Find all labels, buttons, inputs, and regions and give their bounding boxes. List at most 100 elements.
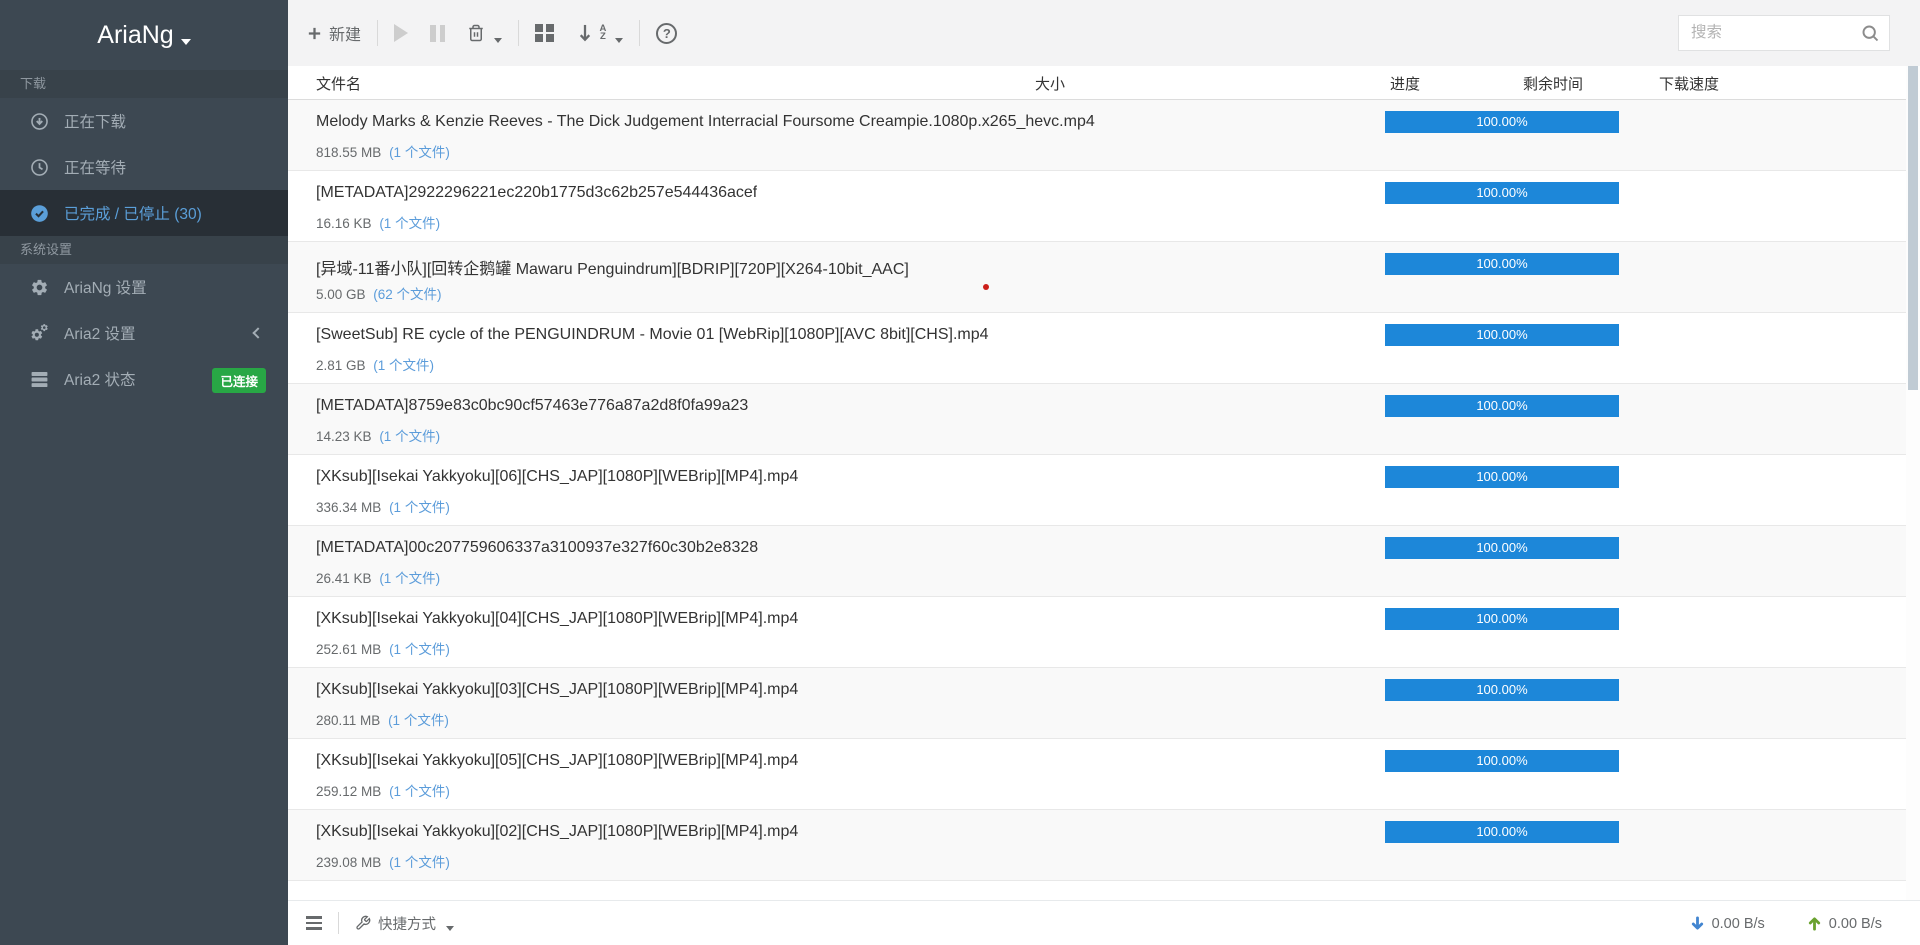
sidebar-item-ariang-settings[interactable]: AriaNg 设置 <box>0 264 288 310</box>
task-meta: 252.61 MB (1 个文件) <box>316 638 450 658</box>
task-progress-bar: 100.00% <box>1385 111 1619 133</box>
app-title: AriaNg <box>97 21 173 50</box>
task-files-link[interactable]: (1 个文件) <box>388 713 449 728</box>
search-input[interactable] <box>1679 16 1889 50</box>
task-meta: 259.12 MB (1 个文件) <box>316 780 450 800</box>
task-row[interactable]: [METADATA]8759e83c0bc90cf57463e776a87a2d… <box>288 384 1920 455</box>
task-size: 5.00 GB <box>316 287 366 302</box>
chevron-left-icon <box>252 327 263 338</box>
task-size: 336.34 MB <box>316 500 381 515</box>
sidebar-item-aria2-settings[interactable]: Aria2 设置 <box>0 310 288 356</box>
sidebar-item-waiting[interactable]: 正在等待 <box>0 144 288 190</box>
task-name: [异域-11番小队][回转企鹅罐 Mawaru Penguindrum][BDR… <box>316 255 909 279</box>
task-progress-label: 100.00% <box>1476 469 1527 484</box>
delete-button[interactable] <box>467 24 502 43</box>
check-circle-icon <box>30 204 49 223</box>
sort-az-icon: A Z <box>600 25 607 41</box>
task-files-link[interactable]: (1 个文件) <box>373 358 434 373</box>
task-name: Melody Marks & Kenzie Reeves - The Dick … <box>316 113 1095 131</box>
search-box <box>1678 15 1890 51</box>
clock-icon <box>30 158 49 177</box>
task-size: 280.11 MB <box>316 713 380 728</box>
task-meta: 16.16 KB (1 个文件) <box>316 212 440 232</box>
task-row[interactable]: [XKsub][Isekai Yakkyoku][04][CHS_JAP][10… <box>288 597 1920 668</box>
sidebar-item-label: 正在等待 <box>64 156 126 178</box>
task-row[interactable]: [XKsub][Isekai Yakkyoku][05][CHS_JAP][10… <box>288 739 1920 810</box>
task-name: [METADATA]2922296221ec220b1775d3c62b257e… <box>316 184 757 202</box>
task-name: [METADATA]00c207759606337a3100937e327f60… <box>316 539 758 557</box>
trash-icon <box>467 24 485 42</box>
sort-button[interactable]: A Z <box>578 24 624 43</box>
task-progress-bar: 100.00% <box>1385 750 1619 772</box>
task-meta: 2.81 GB (1 个文件) <box>316 354 434 374</box>
task-meta: 5.00 GB (62 个文件) <box>316 283 442 303</box>
task-progress-bar: 100.00% <box>1385 679 1619 701</box>
task-progress-label: 100.00% <box>1476 398 1527 413</box>
task-files-link[interactable]: (1 个文件) <box>389 784 450 799</box>
column-header-speed: 下载速度 <box>1659 73 1719 94</box>
hamburger-icon[interactable] <box>306 916 322 930</box>
task-row[interactable]: [XKsub][Isekai Yakkyoku][06][CHS_JAP][10… <box>288 455 1920 526</box>
task-progress-fill: 100.00% <box>1385 537 1619 559</box>
task-files-link[interactable]: (1 个文件) <box>389 855 450 870</box>
task-progress-label: 100.00% <box>1476 540 1527 555</box>
task-row[interactable]: [SweetSub] RE cycle of the PENGUINDRUM -… <box>288 313 1920 384</box>
task-files-link[interactable]: (1 个文件) <box>379 429 440 444</box>
column-header-filename: 文件名 <box>316 73 361 94</box>
task-size: 2.81 GB <box>316 358 366 373</box>
sidebar-item-aria2-status[interactable]: Aria2 状态 已连接 <box>0 356 288 402</box>
pause-icon[interactable] <box>430 25 445 42</box>
task-progress-label: 100.00% <box>1476 682 1527 697</box>
scrollbar-thumb[interactable] <box>1908 66 1918 390</box>
sidebar-item-label: Aria2 状态 <box>64 368 136 390</box>
task-size: 818.55 MB <box>316 145 381 160</box>
task-progress-fill: 100.00% <box>1385 466 1619 488</box>
statusbar-separator <box>338 912 339 934</box>
task-files-link[interactable]: (1 个文件) <box>379 571 440 586</box>
task-files-link[interactable]: (1 个文件) <box>389 642 450 657</box>
task-progress-fill: 100.00% <box>1385 608 1619 630</box>
grid-view-icon[interactable] <box>535 24 554 43</box>
global-download-speed: 0.00 B/s <box>1690 916 1765 932</box>
task-row[interactable]: [METADATA]2922296221ec220b1775d3c62b257e… <box>288 171 1920 242</box>
task-row[interactable]: [异域-11番小队][回转企鹅罐 Mawaru Penguindrum][BDR… <box>288 242 1920 313</box>
task-files-link[interactable]: (1 个文件) <box>379 216 440 231</box>
sidebar-item-finished-stopped[interactable]: 已完成 / 已停止 (30) <box>0 190 288 236</box>
task-size: 239.08 MB <box>316 855 381 870</box>
task-progress-bar: 100.00% <box>1385 537 1619 559</box>
help-icon[interactable]: ? <box>656 23 677 44</box>
arrow-down-circle-icon <box>30 112 49 131</box>
task-row[interactable]: Melody Marks & Kenzie Reeves - The Dick … <box>288 100 1920 171</box>
task-meta: 818.55 MB (1 个文件) <box>316 141 450 161</box>
global-upload-speed: 0.00 B/s <box>1807 916 1882 932</box>
red-dot <box>983 284 989 290</box>
status-bar: 快捷方式 0.00 B/s <box>288 900 1920 945</box>
task-name: [XKsub][Isekai Yakkyoku][03][CHS_JAP][10… <box>316 681 798 699</box>
shortcuts-button[interactable]: 快捷方式 <box>355 913 454 934</box>
app-logo[interactable]: AriaNg <box>0 0 288 70</box>
play-icon[interactable] <box>394 24 408 42</box>
plus-icon <box>306 25 323 42</box>
toolbar-separator <box>518 20 519 46</box>
scrollbar-track[interactable] <box>1906 66 1920 900</box>
task-name: [METADATA]8759e83c0bc90cf57463e776a87a2d… <box>316 397 748 415</box>
sidebar-item-downloading[interactable]: 正在下载 <box>0 98 288 144</box>
column-header-remaining: 剩余时间 <box>1523 73 1583 94</box>
new-task-button[interactable]: 新建 <box>306 21 361 45</box>
task-meta: 14.23 KB (1 个文件) <box>316 425 440 445</box>
task-files-link[interactable]: (1 个文件) <box>389 500 450 515</box>
toolbar: 新建 <box>288 0 1920 66</box>
task-row[interactable]: [XKsub][Isekai Yakkyoku][03][CHS_JAP][10… <box>288 668 1920 739</box>
task-name: [XKsub][Isekai Yakkyoku][05][CHS_JAP][10… <box>316 752 798 770</box>
task-files-link[interactable]: (62 个文件) <box>373 287 441 302</box>
task-files-link[interactable]: (1 个文件) <box>389 145 450 160</box>
task-progress-label: 100.00% <box>1476 256 1527 271</box>
toolbar-separator <box>377 20 378 46</box>
task-progress-bar: 100.00% <box>1385 466 1619 488</box>
caret-down-icon <box>181 39 191 45</box>
task-name: [SweetSub] RE cycle of the PENGUINDRUM -… <box>316 326 989 344</box>
task-row[interactable]: [XKsub][Isekai Yakkyoku][02][CHS_JAP][10… <box>288 810 1920 881</box>
task-progress-label: 100.00% <box>1476 327 1527 342</box>
task-row[interactable]: [METADATA]00c207759606337a3100937e327f60… <box>288 526 1920 597</box>
caret-down-icon <box>494 38 502 43</box>
